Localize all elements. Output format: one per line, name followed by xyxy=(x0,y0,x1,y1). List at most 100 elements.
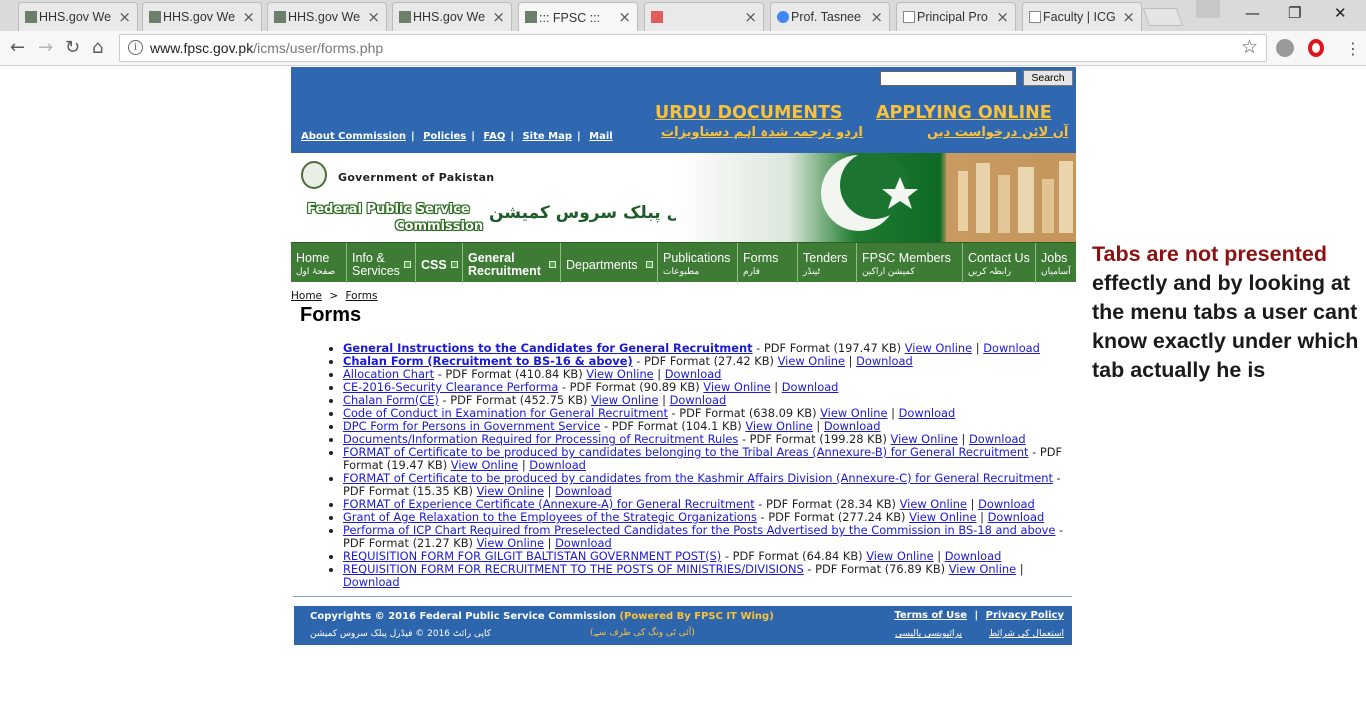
download-link[interactable]: Download xyxy=(978,497,1035,511)
forward-icon[interactable]: → xyxy=(38,37,53,58)
breadcrumb-forms-link[interactable]: Forms xyxy=(346,290,378,302)
expand-plus-icon[interactable] xyxy=(451,261,458,268)
form-title-link[interactable]: FORMAT of Experience Certificate (Annexu… xyxy=(343,497,755,511)
expand-plus-icon[interactable] xyxy=(549,261,556,268)
nav-item-forms[interactable]: Forms فارم xyxy=(738,243,798,283)
download-link[interactable]: Download xyxy=(529,458,586,472)
close-tab-icon[interactable]: × xyxy=(870,8,883,26)
form-title-link[interactable]: DPC Form for Persons in Government Servi… xyxy=(343,419,600,433)
view-online-link[interactable]: View Online xyxy=(477,484,544,498)
close-window-icon[interactable]: ✕ xyxy=(1334,4,1347,22)
download-link[interactable]: Download xyxy=(988,510,1045,524)
browser-tab[interactable]: HHS.gov We × xyxy=(267,2,387,31)
view-online-link[interactable]: View Online xyxy=(778,354,845,368)
nav-item-publications[interactable]: Publications مطبوعات xyxy=(658,243,738,283)
privacy-urdu-link[interactable]: پرائیویسی پالیسی xyxy=(895,629,962,639)
browser-menu-icon[interactable]: ⋮ xyxy=(1345,39,1361,58)
download-link[interactable]: Download xyxy=(899,406,956,420)
view-online-link[interactable]: View Online xyxy=(591,393,658,407)
nav-item-info[interactable]: Info & Services xyxy=(347,243,416,283)
download-link[interactable]: Download xyxy=(945,549,1002,563)
opera-extension-icon[interactable] xyxy=(1308,39,1324,57)
terms-of-use-link[interactable]: Terms of Use xyxy=(894,610,967,621)
view-online-link[interactable]: View Online xyxy=(586,367,653,381)
applying-online-urdu-link[interactable]: آن لائن درخواست دیں xyxy=(927,125,1068,140)
expand-plus-icon[interactable] xyxy=(404,261,411,268)
view-online-link[interactable]: View Online xyxy=(451,458,518,472)
about-commission-link[interactable]: About Commission xyxy=(301,131,406,142)
close-tab-icon[interactable]: × xyxy=(492,8,505,26)
policies-link[interactable]: Policies xyxy=(423,131,466,142)
download-link[interactable]: Download xyxy=(969,432,1026,446)
profile-icon[interactable] xyxy=(1196,0,1220,18)
form-title-link[interactable]: FORMAT of Certificate to be produced by … xyxy=(343,471,1053,485)
url-text[interactable]: www.fpsc.gov.pk/icms/user/forms.php xyxy=(150,40,383,56)
view-online-link[interactable]: View Online xyxy=(477,536,544,550)
download-link[interactable]: Download xyxy=(983,341,1040,355)
terms-urdu-link[interactable]: استعمال کی شرائط xyxy=(989,629,1064,639)
download-link[interactable]: Download xyxy=(665,367,722,381)
browser-tab[interactable]: ::: FPSC ::: × xyxy=(518,2,638,32)
browser-tab[interactable]: HHS.gov We × xyxy=(392,2,512,31)
site-map-link[interactable]: Site Map xyxy=(522,131,572,142)
view-online-link[interactable]: View Online xyxy=(703,380,770,394)
close-tab-icon[interactable]: × xyxy=(744,8,757,26)
view-online-link[interactable]: View Online xyxy=(905,341,972,355)
view-online-link[interactable]: View Online xyxy=(866,549,933,563)
restore-icon[interactable]: ❐ xyxy=(1288,4,1301,22)
expand-plus-icon[interactable] xyxy=(646,261,653,268)
back-icon[interactable]: ← xyxy=(10,37,25,58)
privacy-policy-link[interactable]: Privacy Policy xyxy=(986,610,1064,621)
nav-item-home[interactable]: Home صفحۂ اول xyxy=(291,243,347,283)
download-link[interactable]: Download xyxy=(856,354,913,368)
view-online-link[interactable]: View Online xyxy=(909,510,976,524)
form-title-link[interactable]: CE-2016-Security Clearance Performa xyxy=(343,380,558,394)
close-tab-icon[interactable]: × xyxy=(242,8,255,26)
faq-link[interactable]: FAQ xyxy=(483,131,505,142)
form-title-link[interactable]: Chalan Form(CE) xyxy=(343,393,439,407)
download-link[interactable]: Download xyxy=(782,380,839,394)
browser-tab[interactable]: HHS.gov We × xyxy=(142,2,262,31)
download-link[interactable]: Download xyxy=(343,575,400,589)
view-online-link[interactable]: View Online xyxy=(891,432,958,446)
search-input[interactable] xyxy=(880,71,1017,86)
nav-item-departments[interactable]: Departments xyxy=(561,243,658,283)
close-tab-icon[interactable]: × xyxy=(996,8,1009,26)
reload-icon[interactable]: ↻ xyxy=(65,37,80,58)
form-title-link[interactable]: Documents/Information Required for Proce… xyxy=(343,432,738,446)
nav-item-tenders[interactable]: Tenders ٹینڈر xyxy=(798,243,857,283)
mail-link[interactable]: Mail xyxy=(589,131,613,142)
urdu-documents-link[interactable]: URDU DOCUMENTS xyxy=(655,103,843,123)
nav-item-css[interactable]: CSS xyxy=(416,243,463,283)
breadcrumb-home-link[interactable]: Home xyxy=(291,290,322,302)
download-link[interactable]: Download xyxy=(555,484,612,498)
close-tab-icon[interactable]: × xyxy=(1122,8,1135,26)
form-title-link[interactable]: Grant of Age Relaxation to the Employees… xyxy=(343,510,757,524)
browser-tab[interactable]: Principal Pro × xyxy=(896,2,1016,31)
urdu-documents-urdu-link[interactable]: اردو ترجمہ شدہ اہم دستاویزات xyxy=(661,125,863,140)
browser-tab[interactable]: × xyxy=(644,2,764,31)
download-link[interactable]: Download xyxy=(670,393,727,407)
form-title-link[interactable]: Chalan Form (Recruitment to BS-16 & abov… xyxy=(343,354,633,368)
search-button[interactable]: Search xyxy=(1023,70,1073,86)
form-title-link[interactable]: Performa of ICP Chart Required from Pres… xyxy=(343,523,1055,537)
extension-icon[interactable] xyxy=(1276,39,1294,57)
close-tab-icon[interactable]: × xyxy=(118,8,131,26)
bookmark-star-icon[interactable]: ☆ xyxy=(1241,36,1258,58)
browser-tab[interactable]: Prof. Tasnee × xyxy=(770,2,890,31)
nav-item-fpsc-members[interactable]: FPSC Members کمیشن اراکین xyxy=(857,243,963,283)
view-online-link[interactable]: View Online xyxy=(745,419,812,433)
form-title-link[interactable]: REQUISITION FORM FOR GILGIT BALTISTAN GO… xyxy=(343,549,721,563)
new-tab-button[interactable] xyxy=(1142,8,1184,26)
view-online-link[interactable]: View Online xyxy=(820,406,887,420)
address-bar[interactable]: i www.fpsc.gov.pk/icms/user/forms.php ☆ xyxy=(119,34,1267,62)
form-title-link[interactable]: Code of Conduct in Examination for Gener… xyxy=(343,406,668,420)
view-online-link[interactable]: View Online xyxy=(900,497,967,511)
nav-item-contact-us[interactable]: Contact Us رابطہ کریں xyxy=(963,243,1036,283)
applying-online-link[interactable]: APPLYING ONLINE xyxy=(876,103,1052,123)
site-info-icon[interactable]: i xyxy=(128,40,143,55)
download-link[interactable]: Download xyxy=(824,419,881,433)
nav-item-general[interactable]: General Recruitment xyxy=(463,243,561,283)
browser-tab[interactable]: HHS.gov We × xyxy=(18,2,138,31)
minimize-icon[interactable]: — xyxy=(1245,4,1260,22)
